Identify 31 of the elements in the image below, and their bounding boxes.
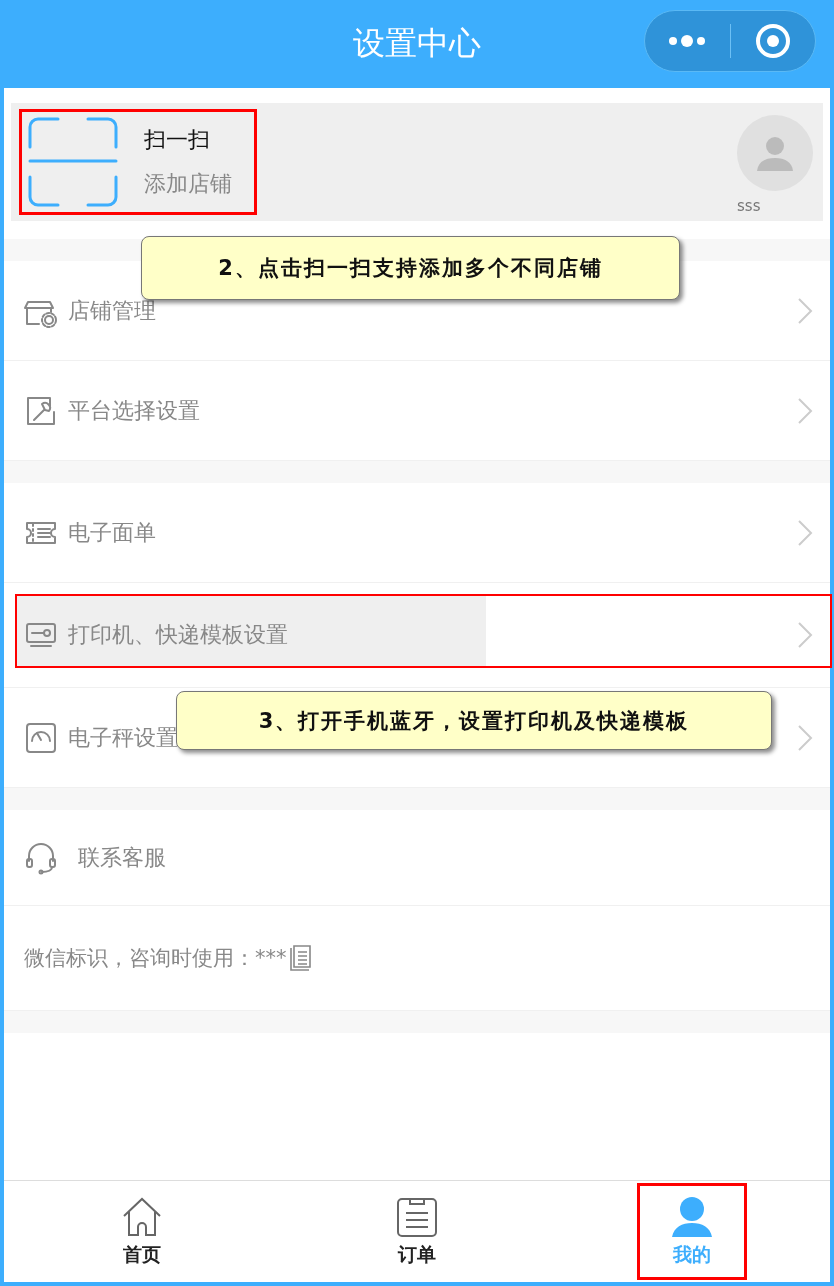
row-label: 电子面单 <box>68 518 156 547</box>
tab[interactable]: 订单 <box>365 1186 469 1277</box>
scan-title: 扫一扫 <box>144 126 211 154</box>
copy-icon[interactable] <box>288 944 313 972</box>
chevron-right-icon <box>796 517 814 548</box>
gauge-icon <box>24 720 58 755</box>
headset-icon <box>24 840 58 875</box>
tab[interactable]: 我的 <box>640 1186 745 1277</box>
row-label: 平台选择设置 <box>68 396 200 425</box>
chevron-right-icon <box>796 395 814 426</box>
more-icon[interactable] <box>667 34 708 48</box>
chevron-right-icon <box>796 722 814 753</box>
scan-card[interactable]: 扫一扫 添加店铺 sss <box>11 103 823 221</box>
tab[interactable]: 首页 <box>89 1186 194 1277</box>
callout-tooltip: 2、点击扫一扫支持添加多个不同店铺 <box>141 236 680 300</box>
clipboard-icon <box>396 1195 438 1238</box>
user-name: sss <box>737 197 761 215</box>
chevron-right-icon <box>796 295 814 326</box>
wechat-id-text: 微信标识，咨询时使用：*** <box>24 945 287 972</box>
close-target-icon[interactable] <box>754 23 791 59</box>
row-label: 打印机、快递模板设置 <box>68 621 288 649</box>
callout-tooltip: 3、打开手机蓝牙，设置打印机及快递模板 <box>176 691 772 750</box>
row-label: 联系客服 <box>78 843 166 872</box>
person-icon <box>671 1195 714 1238</box>
support-row[interactable]: 联系客服 <box>4 810 830 906</box>
page-title: 设置中心 <box>353 23 481 64</box>
chevron-right-icon <box>796 620 814 650</box>
settings-row[interactable]: 打印机、快递模板设置 <box>4 583 830 688</box>
settings-row[interactable]: 电子面单 <box>4 483 830 583</box>
scan-icon <box>28 117 118 207</box>
scan-subtitle: 添加店铺 <box>144 170 232 198</box>
